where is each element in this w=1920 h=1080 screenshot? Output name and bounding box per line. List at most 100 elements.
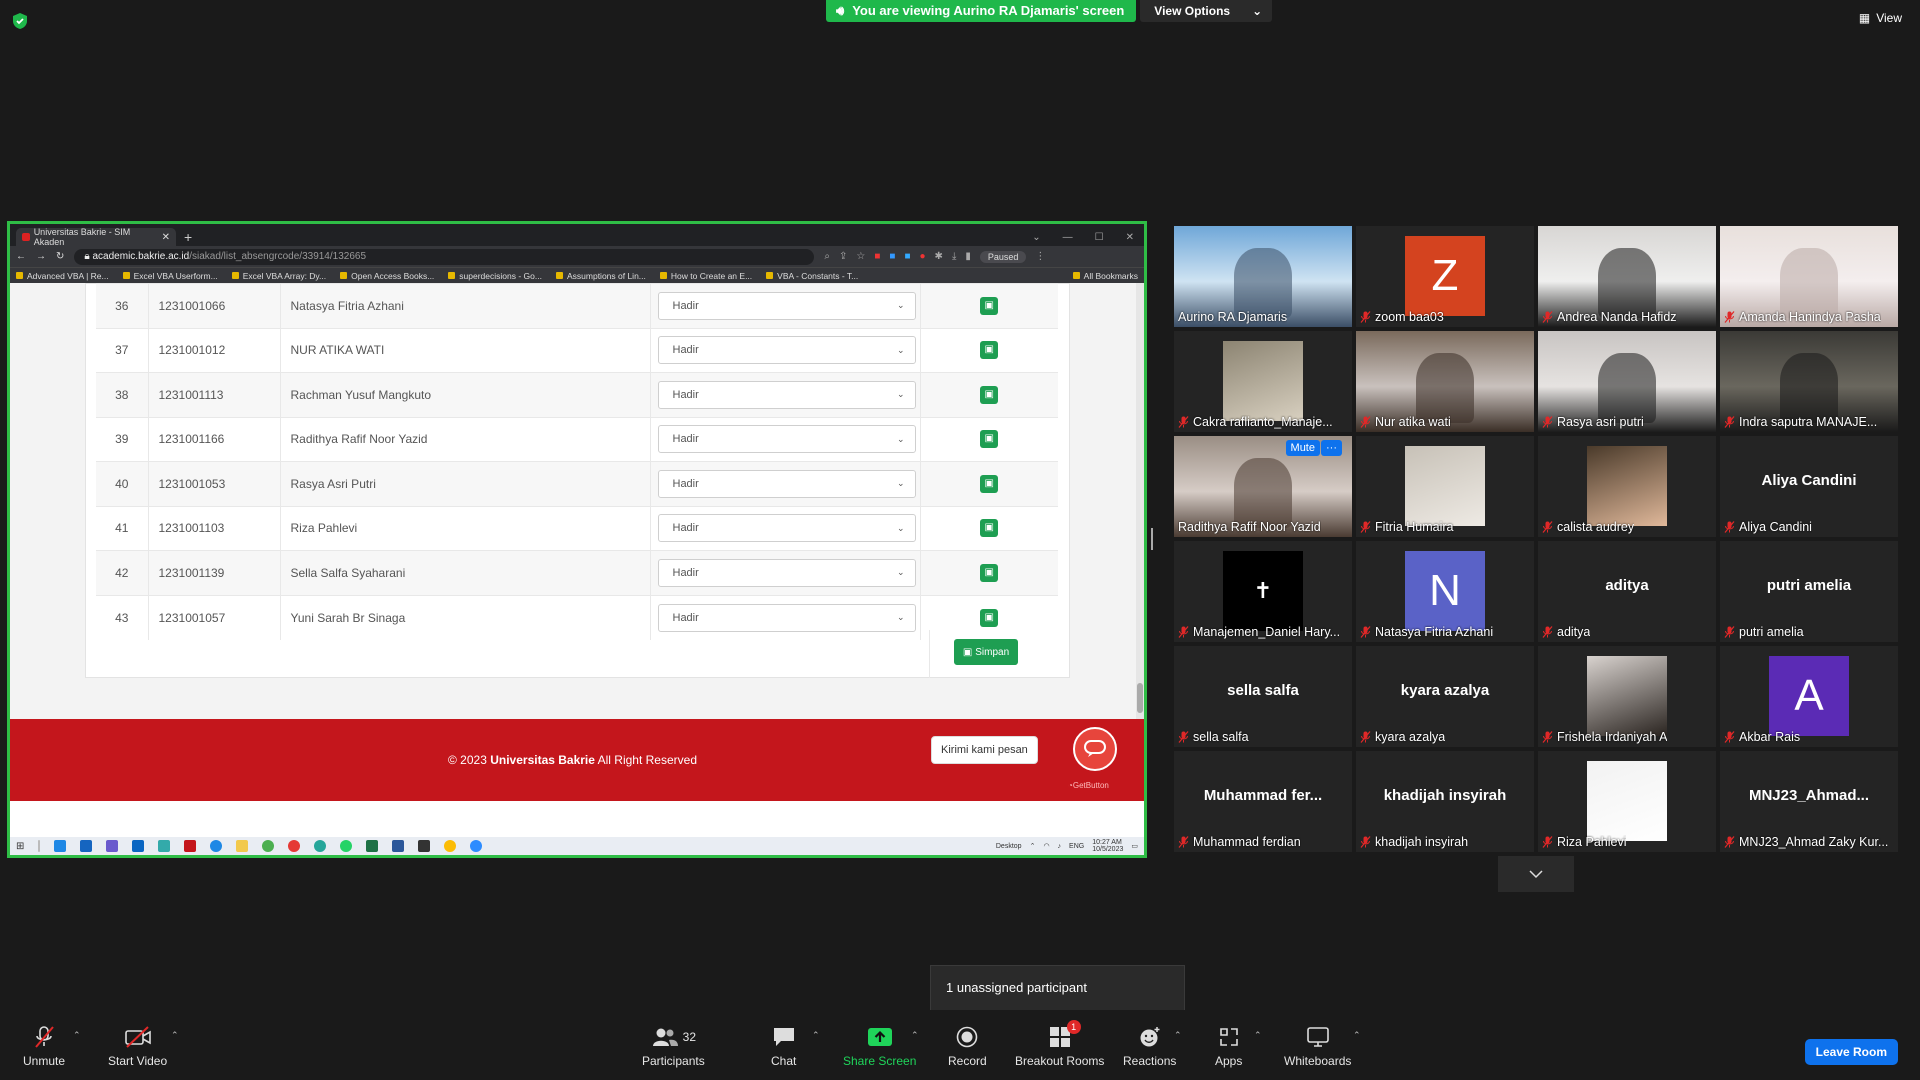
extension-icon[interactable]: ●: [920, 251, 926, 262]
participant-tile[interactable]: kyara azalya kyara azalya: [1356, 646, 1534, 747]
chrome-icon[interactable]: [444, 840, 457, 852]
participant-tile[interactable]: Nur atika wati: [1356, 331, 1534, 432]
windows-start-icon[interactable]: ⊞: [16, 841, 24, 852]
bookmark-item[interactable]: Advanced VBA | Re...: [16, 271, 109, 281]
word-icon[interactable]: [392, 840, 405, 852]
download-icon[interactable]: ⤓: [952, 251, 956, 262]
participant-tile[interactable]: A Akbar Rais: [1720, 646, 1898, 747]
search-icon[interactable]: [38, 840, 41, 852]
participant-tile[interactable]: Andrea Nanda Hafidz: [1538, 226, 1716, 327]
taskbar-app-icon[interactable]: [418, 840, 431, 852]
all-bookmarks[interactable]: All Bookmarks: [1072, 271, 1138, 281]
close-tab-icon[interactable]: ✕: [162, 232, 170, 243]
participant-tile[interactable]: Amanda Hanindya Pasha: [1720, 226, 1898, 327]
participant-tile[interactable]: Cakra raflianto_Manaje...: [1174, 331, 1352, 432]
clock[interactable]: 10:27 AM 10/5/2023: [1092, 839, 1123, 853]
participant-tile[interactable]: Riza Pahlevi: [1538, 751, 1716, 852]
whiteboards-caret-icon[interactable]: ⌃: [1353, 1030, 1361, 1041]
participant-tile[interactable]: sella salfa sella salfa: [1174, 646, 1352, 747]
record-button[interactable]: Record: [948, 1024, 987, 1068]
new-tab-icon[interactable]: +: [184, 228, 192, 246]
chat-button[interactable]: Chat: [771, 1024, 796, 1068]
unmute-button[interactable]: Unmute: [23, 1024, 65, 1068]
taskbar-app-icon[interactable]: [158, 840, 171, 852]
splitter-handle[interactable]: [1151, 528, 1153, 550]
notification-icon[interactable]: ▭: [1131, 842, 1138, 850]
tray-chevron-icon[interactable]: ⌃: [1030, 842, 1036, 850]
more-options-button[interactable]: ···: [1321, 440, 1342, 456]
participant-tile[interactable]: Rasya asri putri: [1538, 331, 1716, 432]
bookmark-item[interactable]: Excel VBA Array: Dy...: [231, 271, 326, 281]
unassigned-toast[interactable]: 1 unassigned participant: [930, 965, 1185, 1012]
participant-tile[interactable]: Mute ··· Radithya Rafif Noor Yazid: [1174, 436, 1352, 537]
bookmark-item[interactable]: Open Access Books...: [340, 271, 434, 281]
save-row-button[interactable]: ▣: [980, 430, 999, 449]
profile-paused-button[interactable]: Paused: [979, 250, 1027, 263]
extension-icon[interactable]: ■: [904, 251, 910, 262]
participants-button[interactable]: 32 Participants: [642, 1024, 705, 1068]
view-options-button[interactable]: View Options ⌄: [1140, 0, 1273, 22]
taskbar-app-icon[interactable]: [184, 840, 197, 852]
participant-tile[interactable]: ✝ Manajemen_Daniel Hary...: [1174, 541, 1352, 642]
chrome-icon[interactable]: [262, 840, 275, 852]
zoom-lens-icon[interactable]: ⌕: [824, 251, 830, 262]
save-row-button[interactable]: ▣: [980, 296, 999, 315]
language-indicator[interactable]: ENG: [1069, 843, 1084, 850]
forward-icon[interactable]: →: [36, 251, 46, 262]
participant-tile[interactable]: aditya aditya: [1538, 541, 1716, 642]
participant-tile[interactable]: Indra saputra MANAJE...: [1720, 331, 1898, 432]
participant-tile[interactable]: putri amelia putri amelia: [1720, 541, 1898, 642]
bookmark-item[interactable]: VBA - Constants - T...: [766, 271, 858, 281]
whatsapp-icon[interactable]: [340, 840, 353, 852]
attendance-status-select[interactable]: Hadir ⌄: [657, 558, 916, 587]
share-screen-button[interactable]: Share Screen: [843, 1024, 916, 1068]
maximize-icon[interactable]: ☐: [1095, 232, 1104, 243]
participant-tile[interactable]: MNJ23_Ahmad... MNJ23_Ahmad Zaky Kur...: [1720, 751, 1898, 852]
minimize-icon[interactable]: —: [1063, 232, 1073, 243]
browser-tab[interactable]: Universitas Bakrie - SIM Akaden ✕: [16, 227, 176, 247]
zoom-icon[interactable]: [470, 840, 483, 852]
participant-tile[interactable]: Fitria Humaira: [1356, 436, 1534, 537]
bookmark-item[interactable]: superdecisions - Go...: [448, 271, 542, 281]
save-row-button[interactable]: ▣: [980, 474, 999, 493]
whiteboards-button[interactable]: Whiteboards: [1284, 1024, 1351, 1068]
attendance-status-select[interactable]: Hadir ⌄: [657, 380, 916, 409]
puzzle-icon[interactable]: ✱: [935, 251, 943, 262]
participant-tile[interactable]: Aurino RA Djamaris: [1174, 226, 1352, 327]
gallery-next-page-button[interactable]: [1498, 856, 1574, 892]
menu-icon[interactable]: ⋮: [1035, 251, 1045, 262]
page-scrollbar[interactable]: [1136, 283, 1144, 719]
taskbar-app-icon[interactable]: [288, 840, 301, 852]
attendance-status-select[interactable]: Hadir ⌄: [657, 514, 916, 543]
attendance-status-select[interactable]: Hadir ⌄: [657, 425, 916, 454]
mute-participant-button[interactable]: Mute: [1285, 440, 1320, 456]
chat-options-caret-icon[interactable]: ⌃: [812, 1030, 820, 1041]
attendance-status-select[interactable]: Hadir ⌄: [657, 469, 916, 498]
extension-icon[interactable]: ■: [874, 251, 880, 262]
star-icon[interactable]: ☆: [856, 251, 865, 262]
bookmark-item[interactable]: Assumptions of Lin...: [555, 271, 646, 281]
attendance-status-select[interactable]: Hadir ⌄: [657, 291, 916, 320]
save-row-button[interactable]: ▣: [980, 608, 999, 627]
share-options-caret-icon[interactable]: ⌃: [911, 1030, 919, 1041]
reactions-caret-icon[interactable]: ⌃: [1174, 1030, 1182, 1041]
save-row-button[interactable]: ▣: [980, 341, 999, 360]
edge-icon[interactable]: [314, 840, 327, 852]
back-icon[interactable]: ←: [16, 251, 26, 262]
taskbar-app-icon[interactable]: [236, 840, 249, 852]
participant-tile[interactable]: Frishela Irdaniyah A: [1538, 646, 1716, 747]
participant-tile[interactable]: calista audrey: [1538, 436, 1716, 537]
apps-caret-icon[interactable]: ⌃: [1254, 1030, 1262, 1041]
save-row-button[interactable]: ▣: [980, 385, 999, 404]
apps-button[interactable]: Apps: [1215, 1024, 1242, 1068]
reactions-button[interactable]: Reactions: [1123, 1024, 1176, 1068]
close-window-icon[interactable]: ✕: [1126, 232, 1134, 243]
sidepanel-icon[interactable]: ▮: [965, 251, 971, 262]
desktop-label[interactable]: Desktop: [996, 843, 1022, 850]
bookmark-item[interactable]: How to Create an E...: [659, 271, 752, 281]
save-row-button[interactable]: ▣: [980, 519, 999, 538]
taskbar-app-icon[interactable]: [80, 840, 93, 852]
taskbar-app-icon[interactable]: [54, 840, 67, 852]
extension-icon[interactable]: ■: [889, 251, 895, 262]
excel-icon[interactable]: [366, 840, 379, 852]
